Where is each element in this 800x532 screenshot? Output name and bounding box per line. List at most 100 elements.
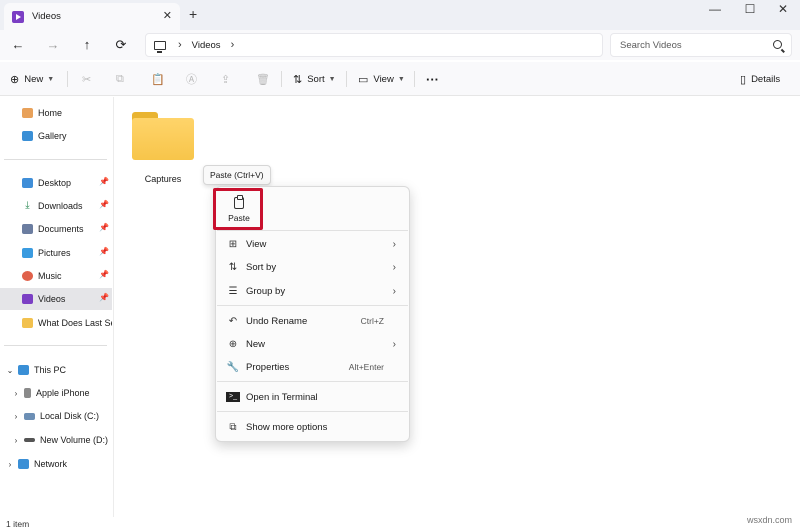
details-button[interactable]: ▯ Details bbox=[740, 71, 780, 87]
menu-item-view[interactable]: ⊞ View › bbox=[218, 233, 406, 255]
search-input[interactable]: Search Videos bbox=[610, 33, 792, 57]
sidebar-item-gallery[interactable]: Gallery bbox=[0, 125, 112, 147]
divider bbox=[217, 230, 408, 231]
up-button[interactable]: ↑ bbox=[78, 36, 96, 54]
sidebar-item-network[interactable]: › Network bbox=[0, 453, 112, 475]
pin-icon[interactable]: 📌 bbox=[99, 177, 109, 186]
download-icon: ⤓ bbox=[22, 201, 33, 211]
more-options-button[interactable]: ··· bbox=[426, 71, 439, 87]
divider bbox=[4, 159, 107, 160]
menu-item-label: Sort by bbox=[246, 261, 277, 273]
divider bbox=[217, 381, 408, 382]
cut-button[interactable]: ✂ bbox=[82, 71, 96, 87]
copy-button[interactable]: ⧉ bbox=[116, 71, 129, 87]
close-button[interactable]: ✕ bbox=[771, 2, 795, 16]
folder-icon bbox=[22, 318, 33, 328]
undo-icon: ↶ bbox=[228, 315, 238, 327]
sidebar-item-music[interactable]: Music 📌 bbox=[0, 265, 112, 287]
menu-item-label: Properties bbox=[246, 361, 290, 373]
sidebar-item-label: Gallery bbox=[38, 131, 67, 141]
navigation-pane: Home Gallery Desktop 📌 ⤓ Downloads 📌 Doc… bbox=[0, 97, 114, 517]
view-icon: ▭ bbox=[358, 73, 369, 86]
menu-item-label: Undo Rename bbox=[246, 315, 308, 327]
minimize-button[interactable]: — bbox=[703, 2, 727, 16]
menu-item-show-more-options[interactable]: ⧉ Show more options bbox=[218, 416, 406, 438]
paste-toolbar-button[interactable]: 📋 bbox=[151, 71, 170, 87]
title-bar: Videos ✕ + — ☐ ✕ bbox=[0, 0, 800, 30]
delete-button[interactable]: 🗑 bbox=[256, 71, 275, 87]
menu-item-new[interactable]: ⊕ New › bbox=[218, 333, 406, 355]
sidebar-item-new-volume[interactable]: › New Volume (D:) bbox=[0, 429, 112, 451]
chevron-right-icon: › bbox=[392, 261, 396, 273]
divider bbox=[414, 71, 415, 87]
new-button[interactable]: ⊕ New ▼ bbox=[10, 71, 54, 87]
menu-item-open-terminal[interactable]: >_ Open in Terminal bbox=[218, 386, 406, 408]
watermark: wsxdn.com bbox=[746, 515, 792, 525]
sidebar-item-downloads[interactable]: ⤓ Downloads 📌 bbox=[0, 195, 112, 217]
sidebar-item-pictures[interactable]: Pictures 📌 bbox=[0, 242, 112, 264]
plus-circle-icon: ⊕ bbox=[10, 73, 20, 86]
menu-item-undo-rename[interactable]: ↶ Undo Rename Ctrl+Z bbox=[218, 310, 406, 332]
sidebar-item-this-pc[interactable]: ⌄ This PC bbox=[0, 359, 112, 381]
share-button[interactable]: ⇪ bbox=[221, 71, 235, 87]
chevron-right-icon[interactable]: › bbox=[11, 389, 21, 398]
maximize-button[interactable]: ☐ bbox=[738, 2, 762, 16]
chevron-right-icon[interactable]: › bbox=[11, 412, 21, 421]
pin-icon[interactable]: 📌 bbox=[99, 223, 109, 232]
folder-captures[interactable] bbox=[130, 112, 196, 164]
forward-button[interactable]: → bbox=[44, 36, 62, 54]
pin-icon[interactable]: 📌 bbox=[99, 200, 109, 209]
shortcut-label: Alt+Enter bbox=[348, 362, 384, 372]
menu-item-sort-by[interactable]: ⇅ Sort by › bbox=[218, 256, 406, 278]
tab-title: Videos bbox=[32, 11, 61, 22]
sidebar-item-desktop[interactable]: Desktop 📌 bbox=[0, 172, 112, 194]
sidebar-item-label: New Volume (D:) bbox=[40, 435, 109, 445]
sidebar-item-iphone[interactable]: › Apple iPhone bbox=[0, 382, 112, 404]
chevron-down-icon[interactable]: ⌄ bbox=[5, 366, 15, 375]
chevron-down-icon: ▼ bbox=[328, 75, 336, 83]
refresh-button[interactable]: ⟳ bbox=[112, 36, 130, 54]
menu-item-group-by[interactable]: ☰ Group by › bbox=[218, 280, 406, 302]
address-bar[interactable]: › Videos › bbox=[145, 33, 603, 57]
plus-circle-icon: ⊕ bbox=[228, 338, 238, 350]
wrench-icon: 🔧 bbox=[226, 361, 240, 373]
sidebar-item-label: Pictures bbox=[38, 248, 71, 258]
pin-icon[interactable]: 📌 bbox=[99, 270, 109, 279]
item-count: 1 item bbox=[6, 519, 30, 529]
chevron-right-icon[interactable]: › bbox=[231, 39, 235, 51]
sidebar-item-label: Downloads bbox=[38, 201, 83, 211]
sidebar-item-label: Videos bbox=[38, 294, 66, 304]
rename-button[interactable]: Ⓐ bbox=[186, 71, 202, 87]
search-icon[interactable] bbox=[773, 40, 782, 49]
back-button[interactable]: ← bbox=[9, 36, 27, 54]
sidebar-item-folder[interactable]: What Does Last See bbox=[0, 312, 112, 334]
tab-videos[interactable]: Videos ✕ bbox=[4, 3, 180, 30]
folder-label[interactable]: Captures bbox=[128, 174, 198, 184]
videos-icon bbox=[12, 10, 24, 23]
pin-icon[interactable]: 📌 bbox=[99, 247, 109, 256]
sidebar-item-label: Network bbox=[34, 459, 68, 469]
music-icon bbox=[22, 271, 33, 281]
menu-item-label: Open in Terminal bbox=[246, 391, 318, 403]
view-button[interactable]: ▭ View ▼ bbox=[358, 71, 405, 87]
new-tab-button[interactable]: + bbox=[189, 6, 197, 22]
divider bbox=[4, 345, 107, 346]
share-icon: ⇪ bbox=[221, 73, 231, 86]
breadcrumb-videos[interactable]: Videos bbox=[192, 40, 221, 51]
sort-label: Sort bbox=[307, 73, 325, 85]
menu-item-properties[interactable]: 🔧 Properties Alt+Enter bbox=[218, 356, 406, 378]
menu-item-label: Group by bbox=[246, 285, 286, 297]
sidebar-item-documents[interactable]: Documents 📌 bbox=[0, 218, 112, 240]
tab-close-icon[interactable]: ✕ bbox=[163, 9, 172, 22]
sort-icon: ⇅ bbox=[293, 73, 303, 86]
chevron-right-icon[interactable]: › bbox=[5, 460, 15, 469]
pin-icon[interactable]: 📌 bbox=[99, 293, 109, 302]
tooltip: Paste (Ctrl+V) bbox=[203, 165, 271, 185]
menu-item-label: New bbox=[246, 338, 266, 350]
chevron-right-icon: › bbox=[392, 285, 396, 297]
sidebar-item-videos[interactable]: Videos 📌 bbox=[0, 288, 112, 310]
sort-button[interactable]: ⇅ Sort ▼ bbox=[293, 71, 336, 87]
sidebar-item-home[interactable]: Home bbox=[0, 102, 112, 124]
sidebar-item-local-disk[interactable]: › Local Disk (C:) bbox=[0, 405, 112, 427]
chevron-right-icon[interactable]: › bbox=[11, 436, 21, 445]
